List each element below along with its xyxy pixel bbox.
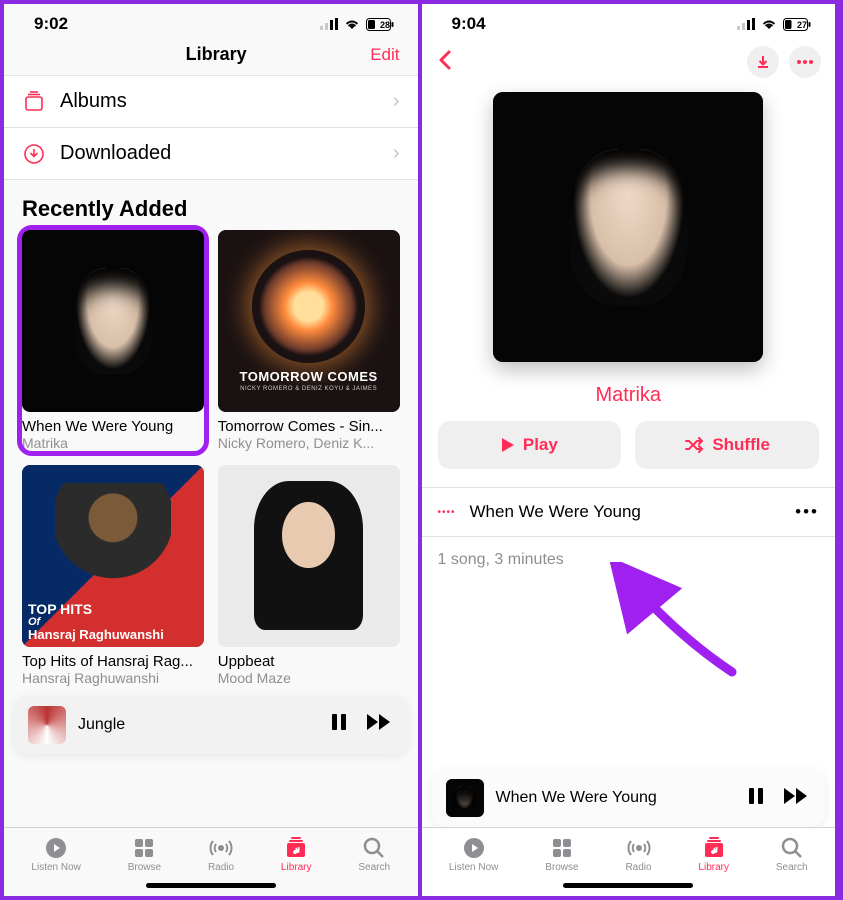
tab-library[interactable]: Library	[698, 836, 729, 873]
playing-indicator-icon: ••••	[438, 507, 456, 518]
chevron-right-icon: ›	[393, 90, 400, 113]
detail-header	[422, 38, 836, 84]
home-indicator[interactable]	[563, 883, 693, 888]
track-row[interactable]: •••• When We Were Young •••	[422, 487, 836, 537]
album-artist: Hansraj Raghuwanshi	[22, 670, 204, 686]
home-indicator[interactable]	[146, 883, 276, 888]
phone-library-screen: 9:02 28 Library Edit Albums › Downloaded…	[4, 4, 422, 896]
album-art: TOMORROW COMESNICKY ROMERO & DENIZ KOYU …	[218, 230, 400, 412]
album-summary: 1 song, 3 minutes	[422, 537, 836, 583]
tab-browse[interactable]: Browse	[128, 836, 161, 873]
shuffle-button[interactable]: Shuffle	[635, 421, 819, 469]
battery-icon: 28	[366, 18, 394, 31]
album-art	[218, 465, 400, 647]
album-tile[interactable]: When We Were Young Matrika	[22, 230, 204, 451]
cellular-icon	[737, 18, 755, 30]
tab-bar: Listen Now Browse Radio Library Search	[422, 827, 836, 877]
wifi-icon	[343, 18, 361, 30]
status-bar: 9:04 27	[422, 4, 836, 38]
album-art: TOP HITS Of Hansraj Raghuwanshi	[22, 465, 204, 647]
library-header: Library Edit	[4, 38, 418, 76]
album-art	[22, 230, 204, 412]
page-title: Library	[186, 44, 247, 65]
album-art-large	[493, 92, 763, 362]
tab-browse[interactable]: Browse	[545, 836, 578, 873]
edit-button[interactable]: Edit	[370, 45, 399, 65]
album-tile[interactable]: TOMORROW COMESNICKY ROMERO & DENIZ KOYU …	[218, 230, 400, 451]
album-artist: Nicky Romero, Deniz K...	[218, 435, 400, 451]
svg-text:28: 28	[380, 20, 390, 30]
more-button[interactable]	[789, 46, 821, 78]
album-title: Tomorrow Comes - Sin...	[218, 418, 400, 435]
album-tile[interactable]: Uppbeat Mood Maze	[218, 465, 400, 686]
tab-radio[interactable]: Radio	[208, 836, 234, 873]
recently-added-grid: When We Were Young Matrika TOMORROW COME…	[4, 230, 418, 686]
wifi-icon	[760, 18, 778, 30]
battery-icon: 27	[783, 18, 811, 31]
tab-listen-now[interactable]: Listen Now	[449, 836, 498, 873]
status-time: 9:04	[452, 14, 486, 34]
now-playing-art	[28, 706, 66, 744]
chevron-right-icon: ›	[393, 142, 400, 165]
row-downloaded[interactable]: Downloaded ›	[4, 128, 418, 180]
now-playing-bar[interactable]: When We Were Young	[432, 769, 826, 827]
row-albums[interactable]: Albums ›	[4, 76, 418, 128]
now-playing-title: When We Were Young	[496, 789, 734, 807]
tab-search[interactable]: Search	[776, 836, 808, 873]
album-artist: Mood Maze	[218, 670, 400, 686]
downloaded-icon	[22, 143, 46, 165]
albums-icon	[22, 91, 46, 113]
now-playing-title: Jungle	[78, 716, 316, 734]
row-downloaded-label: Downloaded	[60, 142, 171, 165]
cellular-icon	[320, 18, 338, 30]
play-button[interactable]: Play	[438, 421, 622, 469]
tab-library[interactable]: Library	[281, 836, 312, 873]
action-row: Play Shuffle	[422, 421, 836, 487]
artist-name[interactable]: Matrika	[422, 384, 836, 407]
track-more-button[interactable]: •••	[795, 502, 819, 522]
row-albums-label: Albums	[60, 90, 127, 113]
back-button[interactable]	[436, 48, 454, 77]
tab-bar: Listen Now Browse Radio Library Search	[4, 827, 418, 877]
now-playing-art	[446, 779, 484, 817]
pause-icon[interactable]	[328, 711, 350, 738]
download-button[interactable]	[747, 46, 779, 78]
tab-search[interactable]: Search	[358, 836, 390, 873]
album-title: When We Were Young	[22, 418, 204, 435]
album-tile[interactable]: TOP HITS Of Hansraj Raghuwanshi Top Hits…	[22, 465, 204, 686]
album-artist: Matrika	[22, 435, 204, 451]
pause-icon[interactable]	[745, 785, 767, 812]
next-track-icon[interactable]	[366, 712, 394, 737]
track-title: When We Were Young	[470, 502, 641, 522]
phone-album-detail-screen: 9:04 27 Matrika Play Shuffle •••• When W…	[422, 4, 840, 896]
album-title: Top Hits of Hansraj Rag...	[22, 653, 204, 670]
tab-radio[interactable]: Radio	[625, 836, 651, 873]
next-track-icon[interactable]	[783, 786, 811, 811]
status-bar: 9:02 28	[4, 4, 418, 38]
svg-text:27: 27	[797, 20, 807, 30]
now-playing-bar[interactable]: Jungle	[14, 696, 408, 754]
tab-listen-now[interactable]: Listen Now	[31, 836, 80, 873]
section-recently-added: Recently Added	[4, 180, 418, 230]
status-time: 9:02	[34, 14, 68, 34]
album-title: Uppbeat	[218, 653, 400, 670]
